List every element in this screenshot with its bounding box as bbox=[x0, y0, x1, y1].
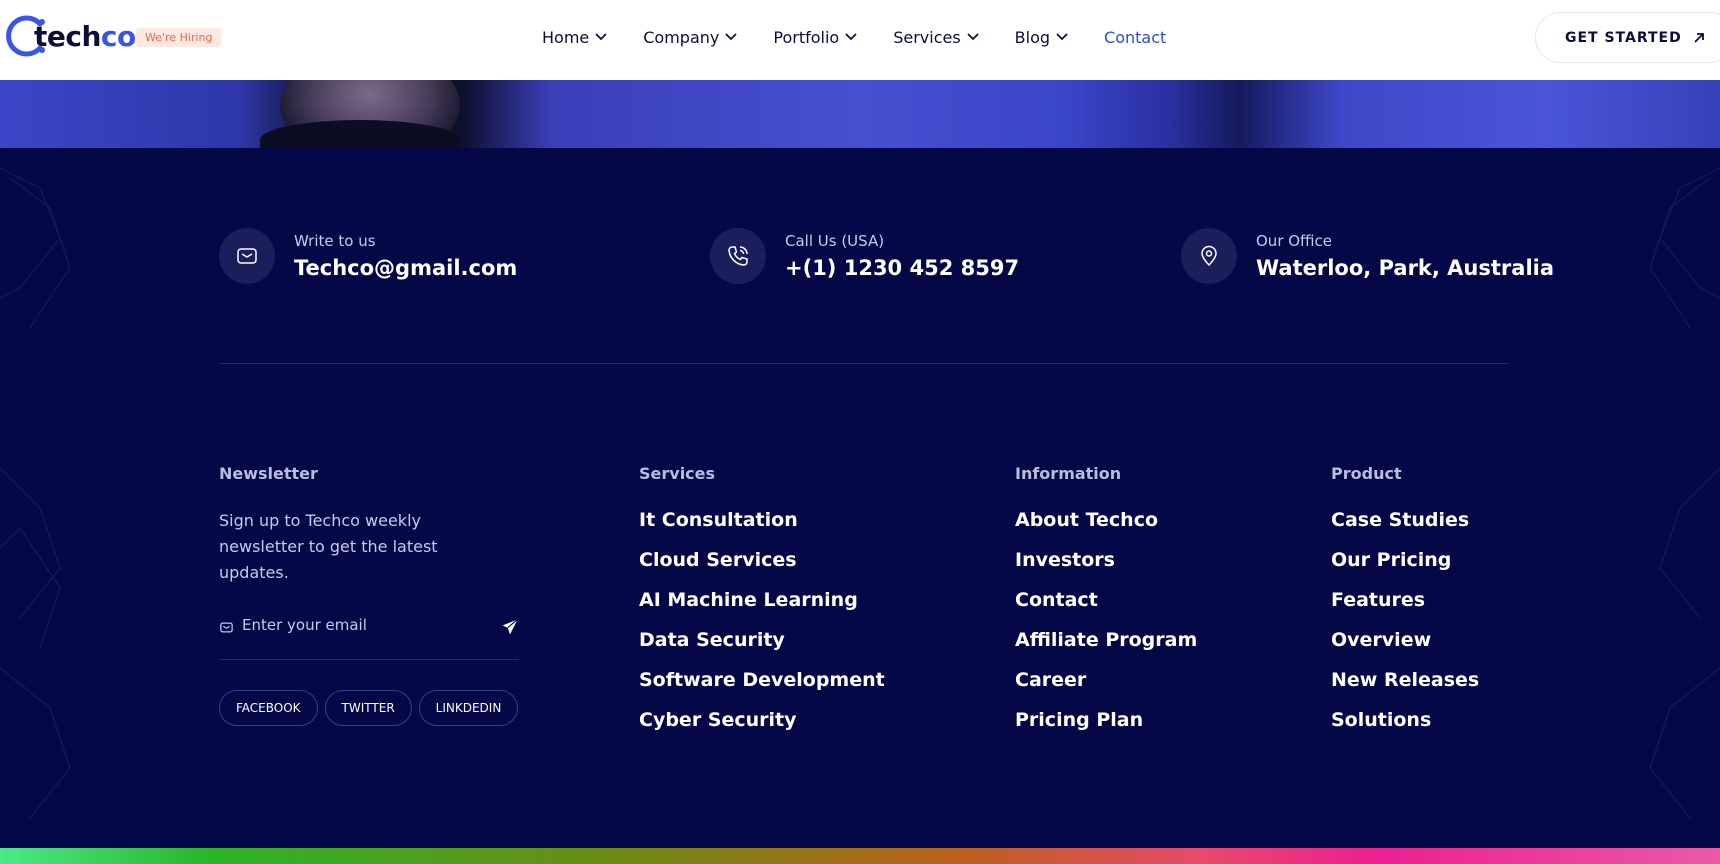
footer-link[interactable]: Solutions bbox=[1331, 708, 1479, 748]
footer-link[interactable]: Contact bbox=[1015, 588, 1197, 628]
footer-link[interactable]: Cyber Security bbox=[639, 708, 885, 748]
logo[interactable]: techco bbox=[4, 12, 136, 60]
get-started-button[interactable]: GET STARTED bbox=[1535, 12, 1720, 63]
twitter-link[interactable]: TWITTER bbox=[324, 690, 412, 726]
contact-value[interactable]: Waterloo, Park, Australia bbox=[1256, 256, 1554, 280]
chevron-down-icon bbox=[845, 33, 857, 41]
contact-label: Call Us (USA) bbox=[785, 232, 885, 250]
contact-office[interactable]: Our Office Waterloo, Park, Australia bbox=[1181, 228, 1554, 284]
main-nav: Home Company Portfolio Services Blog Con… bbox=[542, 0, 1202, 74]
product-title: Product bbox=[1331, 464, 1402, 483]
social-links: FACEBOOK TWITTER LINKDEDIN bbox=[219, 690, 525, 726]
phone-icon bbox=[710, 228, 766, 284]
footer-link[interactable]: Pricing Plan bbox=[1015, 708, 1197, 748]
nav-company[interactable]: Company bbox=[643, 28, 738, 47]
newsletter-email-input[interactable] bbox=[242, 616, 482, 634]
footer-link[interactable]: It Consultation bbox=[639, 508, 885, 548]
footer-link[interactable]: Features bbox=[1331, 588, 1479, 628]
nav-blog[interactable]: Blog bbox=[1015, 28, 1068, 47]
newsletter-title: Newsletter bbox=[219, 464, 318, 483]
nav-contact[interactable]: Contact bbox=[1104, 28, 1166, 47]
chevron-down-icon bbox=[1056, 33, 1068, 41]
mail-icon bbox=[220, 622, 233, 633]
contact-label: Write to us bbox=[294, 232, 376, 250]
logo-mark-icon bbox=[6, 15, 45, 57]
footer-link[interactable]: About Techco bbox=[1015, 508, 1197, 548]
footer-link[interactable]: Cloud Services bbox=[639, 548, 885, 588]
site-header: techco We're Hiring Home Company Portfol… bbox=[0, 0, 1720, 80]
footer-link[interactable]: Career bbox=[1015, 668, 1197, 708]
contact-value[interactable]: +(1) 1230 452 8597 bbox=[785, 256, 1019, 280]
newsletter-column: Newsletter Sign up to Techco weekly news… bbox=[219, 464, 525, 726]
contact-phone[interactable]: Call Us (USA) +(1) 1230 452 8597 bbox=[710, 228, 1019, 284]
facebook-link[interactable]: FACEBOOK bbox=[219, 690, 318, 726]
chevron-down-icon bbox=[595, 33, 607, 41]
footer-link[interactable]: Software Development bbox=[639, 668, 885, 708]
location-pin-icon bbox=[1181, 228, 1237, 284]
footer-link[interactable]: Case Studies bbox=[1331, 508, 1479, 548]
arrow-up-right-icon bbox=[1694, 32, 1704, 43]
footer-link[interactable]: Our Pricing bbox=[1331, 548, 1479, 588]
hiring-badge[interactable]: We're Hiring bbox=[136, 28, 222, 47]
nav-services[interactable]: Services bbox=[893, 28, 979, 47]
contact-value[interactable]: Techco@gmail.com bbox=[294, 256, 517, 280]
gradient-bar bbox=[0, 848, 1720, 864]
contact-label: Our Office bbox=[1256, 232, 1333, 250]
footer-link[interactable]: Overview bbox=[1331, 628, 1479, 668]
site-footer: Write to us Techco@gmail.com Call Us (US… bbox=[0, 148, 1720, 848]
footer-link[interactable]: Data Security bbox=[639, 628, 885, 668]
footer-link[interactable]: Affiliate Program bbox=[1015, 628, 1197, 668]
footer-divider bbox=[219, 363, 1509, 364]
services-column: Services It Consultation Cloud Services … bbox=[639, 464, 885, 748]
send-icon[interactable] bbox=[501, 618, 519, 636]
chevron-down-icon bbox=[967, 33, 979, 41]
nav-home[interactable]: Home bbox=[542, 28, 607, 47]
hero-image-strip bbox=[0, 80, 1720, 148]
newsletter-form bbox=[219, 616, 519, 660]
chevron-down-icon bbox=[725, 33, 738, 41]
footer-link[interactable]: Investors bbox=[1015, 548, 1197, 588]
services-title: Services bbox=[639, 464, 716, 483]
logo-text: techco bbox=[34, 19, 136, 53]
footer-link[interactable]: New Releases bbox=[1331, 668, 1479, 708]
information-title: Information bbox=[1015, 464, 1122, 483]
mail-icon bbox=[219, 228, 275, 284]
newsletter-text: Sign up to Techco weekly newsletter to g… bbox=[219, 511, 438, 582]
contact-email[interactable]: Write to us Techco@gmail.com bbox=[219, 228, 517, 284]
nav-portfolio[interactable]: Portfolio bbox=[773, 28, 857, 47]
product-column: Product Case Studies Our Pricing Feature… bbox=[1331, 464, 1479, 748]
information-column: Information About Techco Investors Conta… bbox=[1015, 464, 1197, 748]
linkedin-link[interactable]: LINKDEDIN bbox=[418, 690, 519, 726]
footer-link[interactable]: AI Machine Learning bbox=[639, 588, 885, 628]
